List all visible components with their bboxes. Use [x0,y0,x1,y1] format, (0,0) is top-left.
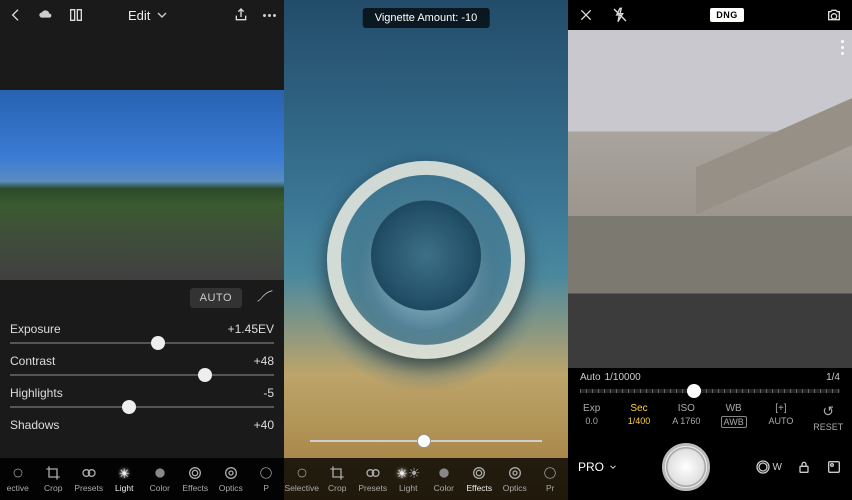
highlights-value: -5 [263,386,274,400]
param-sec[interactable]: Sec1/400 [619,403,659,432]
chevron-down-icon [154,7,170,23]
highlights-slider[interactable] [10,406,274,408]
tool-more[interactable]: Pr [533,458,569,500]
edit-photo-preview[interactable] [0,90,284,280]
format-badge[interactable]: DNG [710,8,744,22]
exposure-value: +1.45EV [228,322,274,336]
lens-toggle[interactable]: W [755,459,782,475]
tool-color[interactable]: Color [142,458,178,500]
tool-effects[interactable]: Effects [178,458,214,500]
scale-slow-label: 1/4 [826,372,840,383]
shutter-button[interactable] [662,443,710,491]
shadows-value: +40 [254,418,274,432]
gallery-icon[interactable] [826,459,842,475]
facing-pages-icon[interactable] [68,7,84,23]
exposure-slider[interactable] [10,342,274,344]
param-wb[interactable]: WBAWB [714,403,754,432]
tool-selective[interactable]: ective [0,458,36,500]
contrast-label: Contrast [10,354,55,368]
param-focus[interactable]: [+]AUTO [761,403,801,432]
shutter-speed-slider[interactable] [580,389,840,393]
switch-camera-icon[interactable] [826,7,842,23]
edit-label: Edit [128,8,150,23]
overflow-menu-icon[interactable] [841,40,844,55]
scale-auto-label: Auto [580,372,601,383]
contrast-value: +48 [254,354,274,368]
param-exp[interactable]: Exp0.0 [572,403,612,432]
tool-selective[interactable]: Selective [284,458,320,500]
auto-button[interactable]: AUTO [190,288,242,308]
tool-crop[interactable]: Crop [36,458,72,500]
tool-crop[interactable]: Crop [320,458,356,500]
lock-icon[interactable] [796,459,812,475]
more-icon[interactable] [263,14,276,17]
tone-curve-icon[interactable] [256,289,274,308]
lens-icon [755,459,771,475]
tool-color[interactable]: Color [426,458,462,500]
tool-optics[interactable]: Optics [213,458,249,500]
contrast-slider[interactable] [10,374,274,376]
camera-viewfinder[interactable] [568,30,852,368]
mode-pro[interactable]: PRO [578,460,618,474]
exposure-label: Exposure [10,322,61,336]
tool-presets[interactable]: Presets [71,458,107,500]
tool-more[interactable]: P [249,458,285,500]
close-icon[interactable] [578,7,594,23]
highlights-label: Highlights [10,386,63,400]
param-reset[interactable]: ↺RESET [808,403,848,432]
param-iso[interactable]: ISOA 1760 [666,403,706,432]
vignette-tooltip: Vignette Amount: -10 [363,8,490,28]
cloud-icon[interactable] [38,7,54,23]
edit-dropdown[interactable]: Edit [128,7,170,23]
shadows-label: Shadows [10,418,59,432]
back-icon[interactable] [8,7,24,23]
tool-optics[interactable]: Optics [497,458,533,500]
flash-off-icon[interactable] [612,7,628,23]
scale-fast-label: 1/10000 [605,372,641,383]
tool-light[interactable]: Light [107,458,143,500]
tool-presets[interactable]: Presets [355,458,391,500]
tool-light[interactable]: ☀Light [391,458,427,500]
share-icon[interactable] [233,7,249,23]
chevron-down-icon [608,462,618,472]
tool-effects[interactable]: Effects [462,458,498,500]
vignette-slider[interactable] [310,440,542,442]
